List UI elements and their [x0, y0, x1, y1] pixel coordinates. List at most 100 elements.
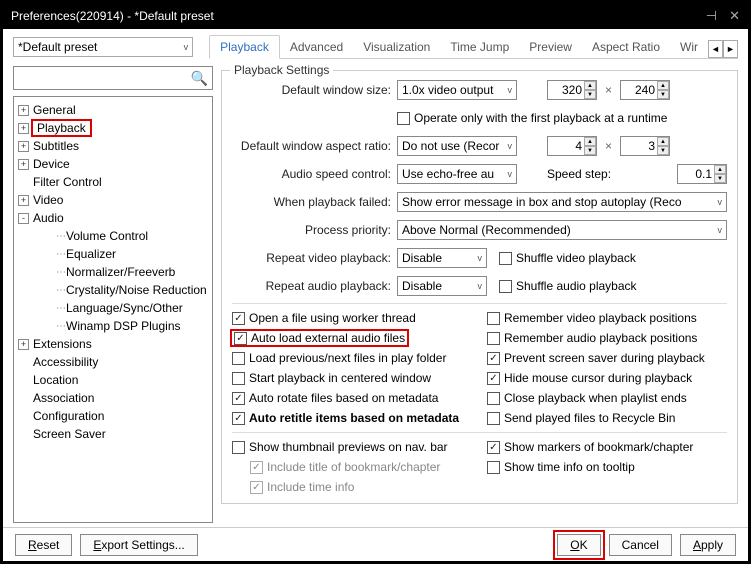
- select-failed[interactable]: Show error message in box and stop autop…: [397, 192, 727, 212]
- tree-label: Extensions: [33, 337, 92, 351]
- spin-up[interactable]: ▲: [584, 137, 596, 146]
- tree-item-subtitles[interactable]: +Subtitles: [16, 137, 210, 155]
- apply-button[interactable]: Apply: [680, 534, 736, 556]
- spin-up[interactable]: ▲: [657, 81, 669, 90]
- input-height[interactable]: ▲▼: [620, 80, 670, 100]
- tree-label: Configuration: [33, 409, 104, 423]
- label-priority: Process priority:: [232, 223, 397, 237]
- checkbox[interactable]: ✓: [232, 312, 245, 325]
- select-aspect[interactable]: Do not use (Recorv: [397, 136, 517, 156]
- tree-label: Volume Control: [66, 229, 148, 243]
- checkbox[interactable]: ✓: [487, 352, 500, 365]
- tree-item-audio[interactable]: -Audio: [16, 209, 210, 227]
- select-priority[interactable]: Above Normal (Recommended)v: [397, 220, 727, 240]
- tab-visualization[interactable]: Visualization: [353, 36, 440, 58]
- tree-item-extensions[interactable]: + Extensions: [16, 335, 210, 353]
- tree-item-screen-saver[interactable]: Screen Saver: [16, 425, 210, 443]
- close-icon[interactable]: ✕: [729, 8, 740, 24]
- expand-icon[interactable]: +: [18, 123, 29, 134]
- search-box[interactable]: 🔍: [13, 66, 213, 90]
- spin-down[interactable]: ▼: [657, 146, 669, 155]
- checkbox[interactable]: ✓: [487, 441, 500, 454]
- tab-timejump[interactable]: Time Jump: [440, 36, 519, 58]
- spin-down[interactable]: ▼: [584, 90, 596, 99]
- ok-button[interactable]: OK: [557, 534, 600, 556]
- tab-scroll-left[interactable]: ◄: [708, 40, 723, 58]
- spin-down[interactable]: ▼: [657, 90, 669, 99]
- tab-playback[interactable]: Playback: [209, 35, 280, 59]
- preset-select[interactable]: *Default preset v: [13, 37, 193, 57]
- checkbox[interactable]: ✓: [232, 412, 245, 425]
- spin-up[interactable]: ▲: [584, 81, 596, 90]
- tab-scroll-right[interactable]: ►: [723, 40, 738, 58]
- checkbox[interactable]: [487, 412, 500, 425]
- spin-down[interactable]: ▼: [714, 174, 726, 183]
- expand-icon[interactable]: +: [18, 141, 29, 152]
- input-width[interactable]: ▲▼: [547, 80, 597, 100]
- tree-label: Accessibility: [33, 355, 98, 369]
- checkbox[interactable]: ✓: [234, 332, 247, 345]
- tree-item-volume-control[interactable]: ⋯Volume Control: [16, 227, 210, 245]
- select-repeat-video[interactable]: Disablev: [397, 248, 487, 268]
- spin-down[interactable]: ▼: [584, 146, 596, 155]
- input-aspect-b[interactable]: ▲▼: [620, 136, 670, 156]
- checkbox[interactable]: ✓: [487, 372, 500, 385]
- checkbox[interactable]: [232, 441, 245, 454]
- spin-up[interactable]: ▲: [714, 165, 726, 174]
- tree-item-location[interactable]: Location: [16, 371, 210, 389]
- expand-icon[interactable]: +: [18, 195, 29, 206]
- tab-more[interactable]: Wir: [670, 36, 708, 58]
- input-speed-step[interactable]: ▲▼: [677, 164, 727, 184]
- tree-label: Winamp DSP Plugins: [66, 319, 181, 333]
- expand-icon[interactable]: +: [18, 339, 29, 350]
- tree-item-configuration[interactable]: Configuration: [16, 407, 210, 425]
- checkbox[interactable]: [487, 461, 500, 474]
- checkbox[interactable]: [487, 392, 500, 405]
- select-audio-speed[interactable]: Use echo-free auv: [397, 164, 517, 184]
- tree-item-language-sync-other[interactable]: ⋯Language/Sync/Other: [16, 299, 210, 317]
- chevron-down-icon: v: [718, 225, 723, 235]
- checkbox[interactable]: [487, 312, 500, 325]
- pin-icon[interactable]: ⊣: [706, 8, 717, 24]
- tab-advanced[interactable]: Advanced: [280, 36, 353, 58]
- tree-item-video[interactable]: +Video: [16, 191, 210, 209]
- search-input[interactable]: [18, 71, 191, 85]
- input-aspect-a[interactable]: ▲▼: [547, 136, 597, 156]
- expand-icon[interactable]: +: [18, 105, 29, 116]
- spin-up[interactable]: ▲: [657, 137, 669, 146]
- select-repeat-audio[interactable]: Disablev: [397, 276, 487, 296]
- tab-preview[interactable]: Preview: [519, 36, 582, 58]
- tree-item-association[interactable]: Association: [16, 389, 210, 407]
- checkbox-shuffle-audio[interactable]: [499, 280, 512, 293]
- tree-item-device[interactable]: +Device: [16, 155, 210, 173]
- checkbox[interactable]: [232, 372, 245, 385]
- tree-item-accessibility[interactable]: Accessibility: [16, 353, 210, 371]
- tree-item-winamp-dsp-plugins[interactable]: ⋯Winamp DSP Plugins: [16, 317, 210, 335]
- tree-item-equalizer[interactable]: ⋯Equalizer: [16, 245, 210, 263]
- expand-icon[interactable]: +: [18, 159, 29, 170]
- checkbox-label: Send played files to Recycle Bin: [504, 411, 675, 425]
- cancel-button[interactable]: Cancel: [609, 534, 672, 556]
- export-button[interactable]: Export Settings...: [80, 534, 197, 556]
- tab-aspectratio[interactable]: Aspect Ratio: [582, 36, 670, 58]
- tree-item-playback[interactable]: +Playback: [16, 119, 210, 137]
- tree-item-normalizer-freeverb[interactable]: ⋯Normalizer/Freeverb: [16, 263, 210, 281]
- reset-button[interactable]: Reset: [15, 534, 72, 556]
- checkbox-label: Include time info: [267, 480, 354, 494]
- titlebar-controls: ⊣ ✕: [706, 8, 740, 24]
- tab-scroll: ◄ ►: [708, 40, 738, 58]
- checkbox[interactable]: [232, 352, 245, 365]
- tree-item-crystality-noise-reduction[interactable]: ⋯Crystality/Noise Reduction: [16, 281, 210, 299]
- playback-settings-fieldset: Playback Settings Default window size: 1…: [221, 70, 738, 504]
- tree-item-general[interactable]: +General: [16, 101, 210, 119]
- select-default-window-size[interactable]: 1.0x video outputv: [397, 80, 517, 100]
- tree-item-filter-control[interactable]: Filter Control: [16, 173, 210, 191]
- checkbox: ✓: [250, 461, 263, 474]
- category-tree[interactable]: +General+Playback+Subtitles+DeviceFilter…: [13, 96, 213, 523]
- checkbox[interactable]: [487, 332, 500, 345]
- checkbox-shuffle-video[interactable]: [499, 252, 512, 265]
- collapse-icon[interactable]: -: [18, 213, 29, 224]
- checkbox-operate-first[interactable]: [397, 112, 410, 125]
- checkbox[interactable]: ✓: [232, 392, 245, 405]
- titlebar: Preferences(220914) - *Default preset ⊣ …: [3, 3, 748, 29]
